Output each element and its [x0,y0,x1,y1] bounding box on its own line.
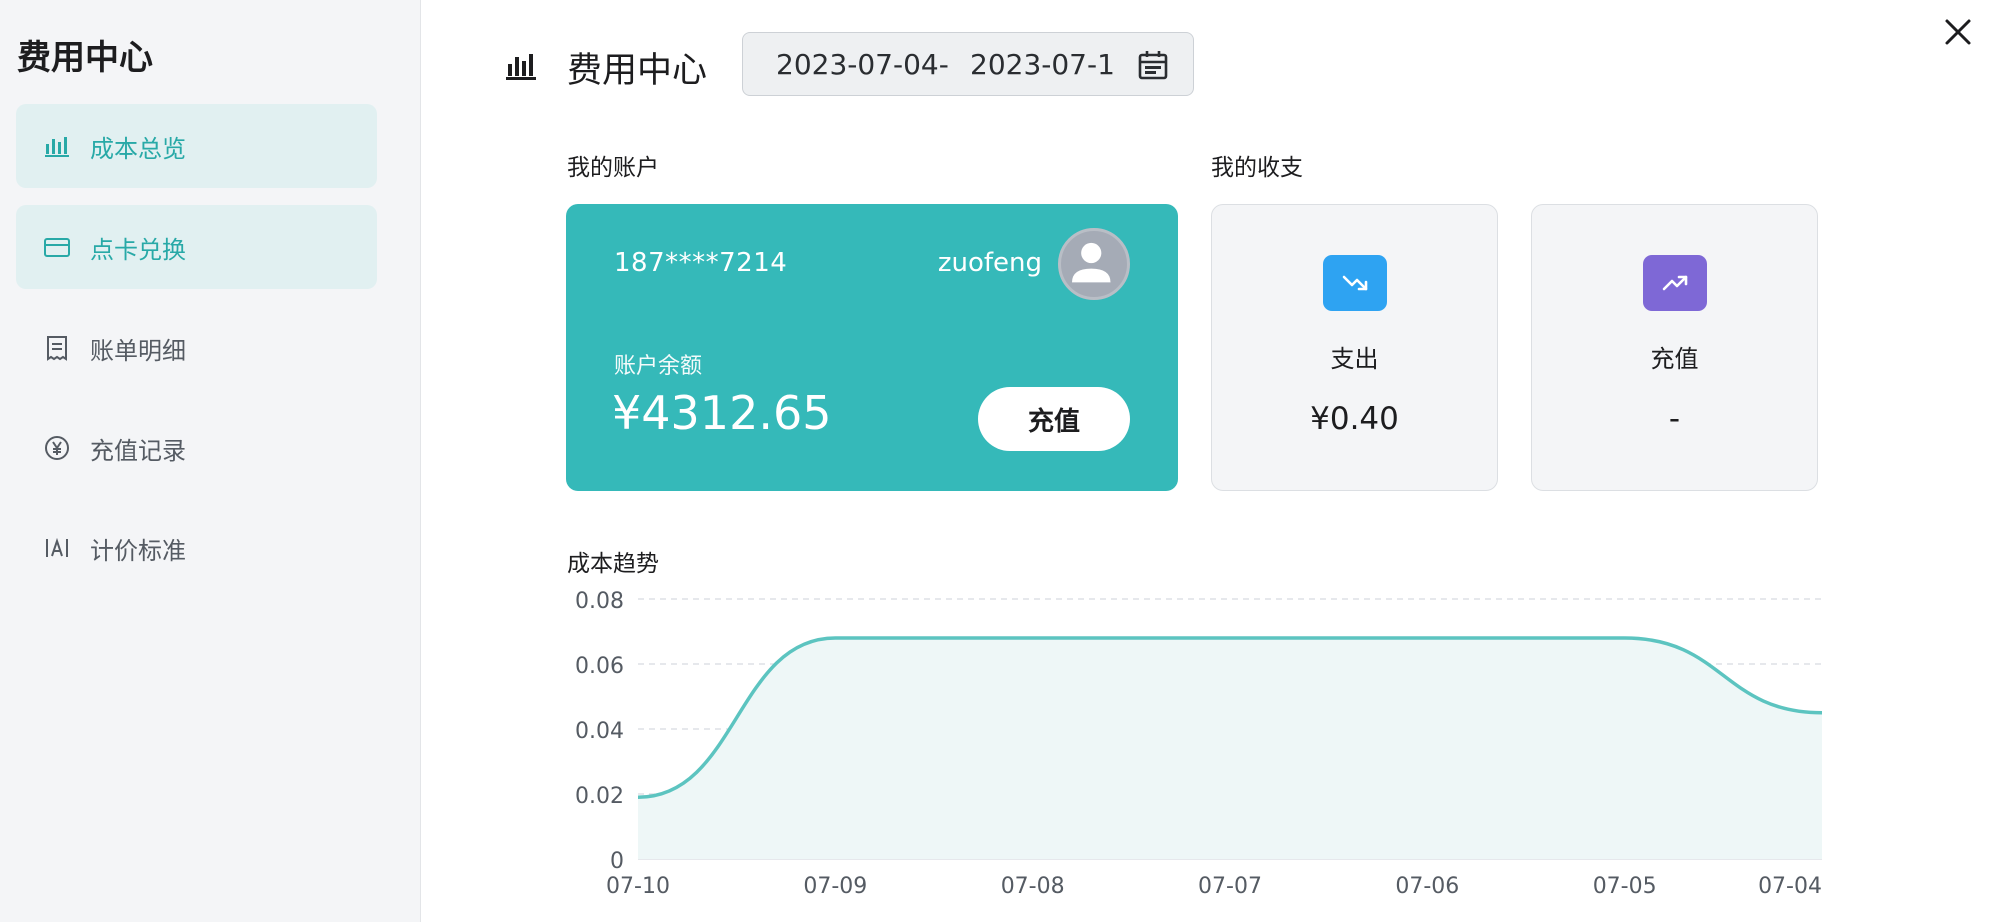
close-icon [1945,19,1971,45]
trend-up-icon [1643,255,1707,311]
expense-card: 支出 ¥0.40 [1211,204,1498,491]
expense-label: 支出 [1330,345,1379,373]
credit-card-icon [42,232,72,262]
expense-value: ¥0.40 [1310,401,1399,437]
sidebar-title: 费用中心 [17,38,153,78]
x-tick-label: 07-05 [1593,874,1657,899]
recharge-value: - [1668,401,1681,437]
sidebar-item-label: 充值记录 [90,436,186,465]
sidebar-item-bill-details[interactable]: 账单明细 [16,306,377,390]
recharge-button[interactable]: 充值 [978,387,1130,451]
sidebar-item-label: 账单明细 [90,336,186,365]
x-tick-label: 07-04 [1758,874,1822,899]
x-tick-label: 07-10 [606,874,670,899]
user-icon [1072,242,1111,283]
sidebar-item-label: 计价标准 [90,536,186,565]
series-area [638,638,1822,859]
sidebar-item-cost-overview[interactable]: 成本总览 [16,104,377,188]
x-tick-label: 07-08 [1001,874,1065,899]
sidebar-item-label: 成本总览 [90,134,186,163]
account-username: zuofeng [937,248,1042,278]
balance-amount: ¥4312.65 [612,386,832,440]
date-start[interactable]: 2023-07-04- [776,48,954,81]
account-phone: 187****7214 [614,248,788,278]
account-card: 187****7214 zuofeng 账户余额 ¥4312.65 充值 [566,204,1178,491]
income-expense-label: 我的收支 [1211,155,1303,181]
trend-down-icon [1323,255,1387,311]
bar-chart-icon [42,131,72,161]
y-tick-label: 0.06 [575,654,624,679]
recharge-label: 充值 [1650,345,1699,373]
sidebar-item-label: 点卡兑换 [90,235,186,264]
calendar-icon[interactable] [1137,49,1169,81]
yen-circle-icon [42,433,72,463]
x-tick-label: 07-09 [803,874,867,899]
y-tick-label: 0.04 [575,719,624,744]
sidebar-item-card-redeem[interactable]: 点卡兑换 [16,205,377,289]
bar-chart-icon [506,54,536,80]
avatar[interactable] [1058,228,1130,300]
pricing-icon [42,533,72,563]
sidebar-item-pricing[interactable]: 计价标准 [16,506,377,590]
x-tick-label: 07-06 [1395,874,1459,899]
my-account-label: 我的账户 [567,155,659,181]
cost-trend-chart: 0 0.02 0.04 0.06 0.08 07-10 07-09 07-08 07-07 07-… [575,590,1823,899]
receipt-icon [42,333,72,363]
sidebar: 费用中心 成本总览 点卡兑换 账单明细 充值记录 计价标准 [0,0,421,922]
x-tick-label: 07-07 [1198,874,1262,899]
y-tick-label: 0.08 [575,590,624,614]
date-end[interactable]: 2023-07-10 [970,48,1115,81]
balance-label: 账户余额 [614,354,703,379]
recharge-card: 充值 - [1531,204,1818,491]
y-tick-label: 0 [610,849,624,874]
cost-trend-label: 成本趋势 [567,551,659,577]
date-range-picker[interactable]: 2023-07-04- 2023-07-10 [742,32,1194,96]
close-button[interactable] [1940,14,1976,50]
y-tick-label: 0.02 [575,784,624,809]
sidebar-item-recharge-records[interactable]: 充值记录 [16,406,377,490]
page-title: 费用中心 [567,51,708,91]
